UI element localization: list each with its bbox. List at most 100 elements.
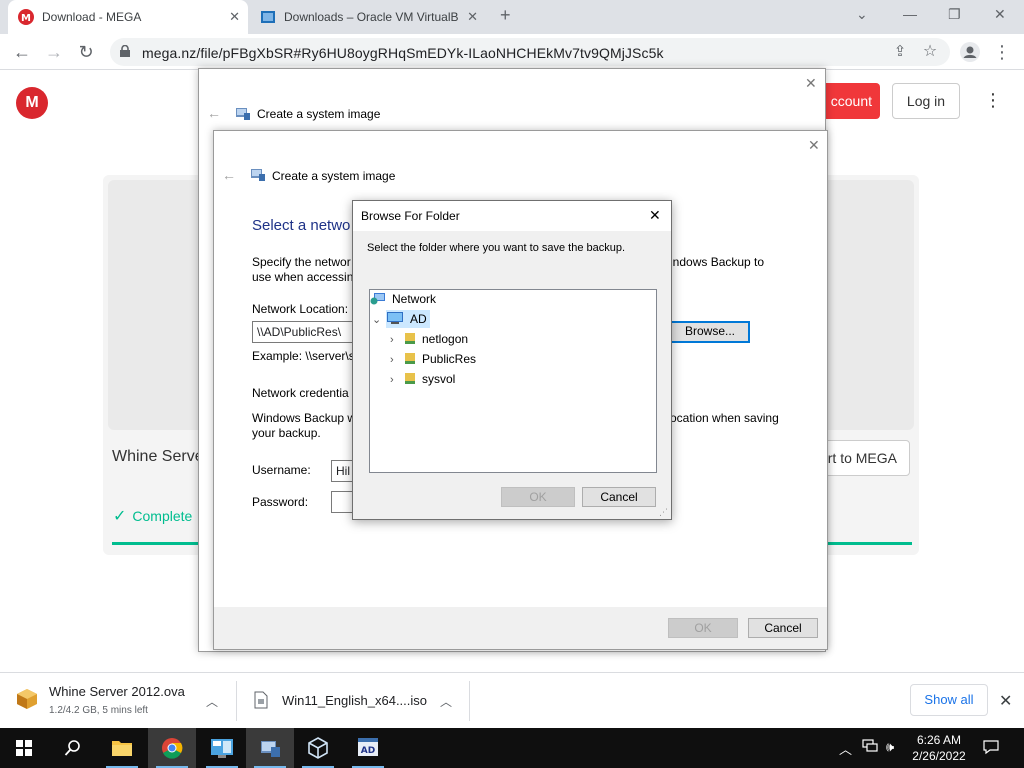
- network-status-icon[interactable]: [862, 739, 878, 756]
- bookmark-star-icon[interactable]: ☆: [918, 40, 942, 64]
- file-explorer-taskbar-item[interactable]: [98, 728, 146, 768]
- volume-icon[interactable]: 🕪: [886, 739, 894, 755]
- folder-icon: [112, 741, 132, 756]
- browse-button[interactable]: Browse...: [670, 321, 750, 343]
- network-location-label: Network Location:: [252, 302, 349, 316]
- profile-icon[interactable]: [958, 40, 982, 64]
- tab-search-icon[interactable]: ⌄: [856, 6, 868, 23]
- cancel-button[interactable]: Cancel: [582, 487, 656, 507]
- tree-item-network[interactable]: Network: [370, 290, 436, 308]
- back-arrow-icon[interactable]: ←: [207, 105, 221, 121]
- share-icon[interactable]: ⇪: [888, 40, 912, 64]
- address-bar[interactable]: mega.nz/file/pFBgXbSR#Ry6HU8oygRHqSmEDYk…: [110, 38, 950, 66]
- server-manager-taskbar-item[interactable]: [198, 728, 246, 768]
- file-icon: [254, 691, 268, 709]
- network-location-input[interactable]: \\AD\PublicRes\: [252, 321, 362, 343]
- tree-item-publicres[interactable]: › PublicRes: [390, 350, 476, 368]
- minimize-icon[interactable]: —: [903, 6, 917, 22]
- notifications-icon[interactable]: [983, 739, 999, 758]
- download-bar: Whine Server 2012.ova 1.2/4.2 GB, 5 mins…: [0, 672, 1024, 728]
- active-directory-icon: AD: [358, 738, 378, 756]
- chevron-right-icon[interactable]: ›: [390, 331, 404, 349]
- lock-icon: [120, 45, 130, 57]
- chevron-right-icon[interactable]: ›: [390, 351, 404, 369]
- browse-for-folder-dialog: Browse For Folder ✕ Select the folder wh…: [352, 200, 672, 520]
- reload-icon[interactable]: ↻: [74, 40, 98, 64]
- back-arrow-icon[interactable]: ←: [10, 40, 34, 64]
- folder-icon: [405, 373, 415, 384]
- backup-app-icon: [236, 108, 250, 120]
- search-icon: [64, 740, 80, 756]
- windows-taskbar: AD ︿ 🕪 6:26 AM 2/26/2022: [0, 728, 1024, 768]
- resize-grip-icon[interactable]: ⋰: [659, 507, 668, 518]
- start-button[interactable]: [0, 728, 48, 768]
- ok-button[interactable]: OK: [668, 618, 738, 638]
- window-close-icon[interactable]: ✕: [994, 6, 1006, 23]
- selected-highlight: AD: [386, 310, 430, 328]
- ad-users-taskbar-item[interactable]: AD: [344, 728, 392, 768]
- tree-item-ad[interactable]: ⌄ AD: [372, 310, 430, 328]
- url-text: mega.nz/file/pFBgXbSR#Ry6HU8oygRHqSmEDYk…: [142, 45, 664, 61]
- completed-text: Complete: [132, 508, 193, 524]
- download-item[interactable]: Whine Server 2012.ova 1.2/4.2 GB, 5 mins…: [0, 673, 236, 729]
- chevron-down-icon[interactable]: ⌄: [372, 311, 386, 329]
- credentials-description-line-2: your backup.: [252, 426, 321, 440]
- create-account-button[interactable]: ccount: [818, 83, 880, 119]
- folder-tree[interactable]: Network ⌄ AD › netlogon › PublicRes › sysvol: [369, 289, 657, 473]
- dialog-titlebar: Browse For Folder ✕: [353, 201, 671, 231]
- tree-item-label: AD: [410, 312, 427, 326]
- browser-menu-icon[interactable]: ⋮: [990, 40, 1014, 64]
- tab-virtualbox[interactable]: Downloads – Oracle VM VirtualB ✕: [250, 0, 486, 34]
- tree-item-label: Network: [392, 292, 437, 306]
- tree-item-sysvol[interactable]: › sysvol: [390, 370, 455, 388]
- new-tab-button[interactable]: +: [500, 5, 511, 26]
- instruction-text: Select the folder where you want to save…: [367, 242, 626, 254]
- show-hidden-icons-icon[interactable]: ︿: [839, 739, 852, 758]
- close-icon[interactable]: ✕: [649, 207, 661, 224]
- clock-time[interactable]: 6:26 AM: [914, 733, 964, 747]
- close-icon[interactable]: ✕: [808, 137, 820, 154]
- tab-mega[interactable]: M Download - MEGA ✕: [8, 0, 248, 34]
- description-line-2: use when accessin: [252, 270, 354, 284]
- chevron-right-icon[interactable]: ›: [390, 371, 404, 389]
- browser-toolbar: ← → ↻ mega.nz/file/pFBgXbSR#Ry6HU8oygRHq…: [0, 34, 1024, 70]
- virtualbox-cube-icon: [308, 737, 328, 759]
- dialog-title: Create a system image: [257, 107, 381, 121]
- chevron-up-icon[interactable]: ︿: [440, 693, 452, 710]
- tree-item-label: sysvol: [422, 372, 456, 386]
- example-text: Example: \\server\s: [252, 349, 355, 363]
- chevron-up-icon[interactable]: ︿: [206, 693, 218, 710]
- tab-label: Download - MEGA: [42, 10, 142, 24]
- download-item[interactable]: Win11_English_x64....iso ︿: [237, 673, 469, 729]
- checkmark-icon: ✓: [113, 508, 127, 525]
- network-icon: [370, 293, 385, 305]
- server-manager-icon: [211, 739, 233, 758]
- back-arrow-icon[interactable]: ←: [222, 167, 236, 183]
- credentials-description-line-1: Windows Backup w: [252, 411, 357, 425]
- divider: [469, 681, 470, 721]
- chrome-taskbar-item[interactable]: [148, 728, 196, 768]
- tree-item-netlogon[interactable]: › netlogon: [390, 330, 468, 348]
- backup-app-icon: [251, 169, 265, 181]
- close-icon[interactable]: ✕: [805, 75, 817, 92]
- forward-arrow-icon[interactable]: →: [42, 40, 66, 64]
- close-download-bar-icon[interactable]: ✕: [999, 691, 1012, 711]
- clock-date[interactable]: 2/26/2022: [908, 749, 970, 763]
- restore-icon[interactable]: ❐: [948, 6, 961, 23]
- cancel-button[interactable]: Cancel: [748, 618, 818, 638]
- wizard-title: Create a system image: [272, 169, 396, 183]
- mega-logo[interactable]: M: [16, 87, 48, 119]
- mega-menu-icon[interactable]: ⋮: [984, 90, 1002, 111]
- show-all-button[interactable]: Show all: [910, 684, 988, 716]
- tab-close-icon[interactable]: ✕: [467, 9, 478, 25]
- tab-close-icon[interactable]: ✕: [229, 9, 240, 25]
- tree-item-label: PublicRes: [422, 352, 477, 366]
- search-button[interactable]: [48, 728, 96, 768]
- backup-taskbar-item[interactable]: [246, 728, 294, 768]
- credentials-heading: Network credentia: [252, 386, 349, 400]
- svg-text:AD: AD: [361, 746, 375, 756]
- login-button[interactable]: Log in: [892, 83, 960, 119]
- ok-button[interactable]: OK: [501, 487, 575, 507]
- backup-app-icon: [261, 741, 280, 757]
- virtualbox-taskbar-item[interactable]: [294, 728, 342, 768]
